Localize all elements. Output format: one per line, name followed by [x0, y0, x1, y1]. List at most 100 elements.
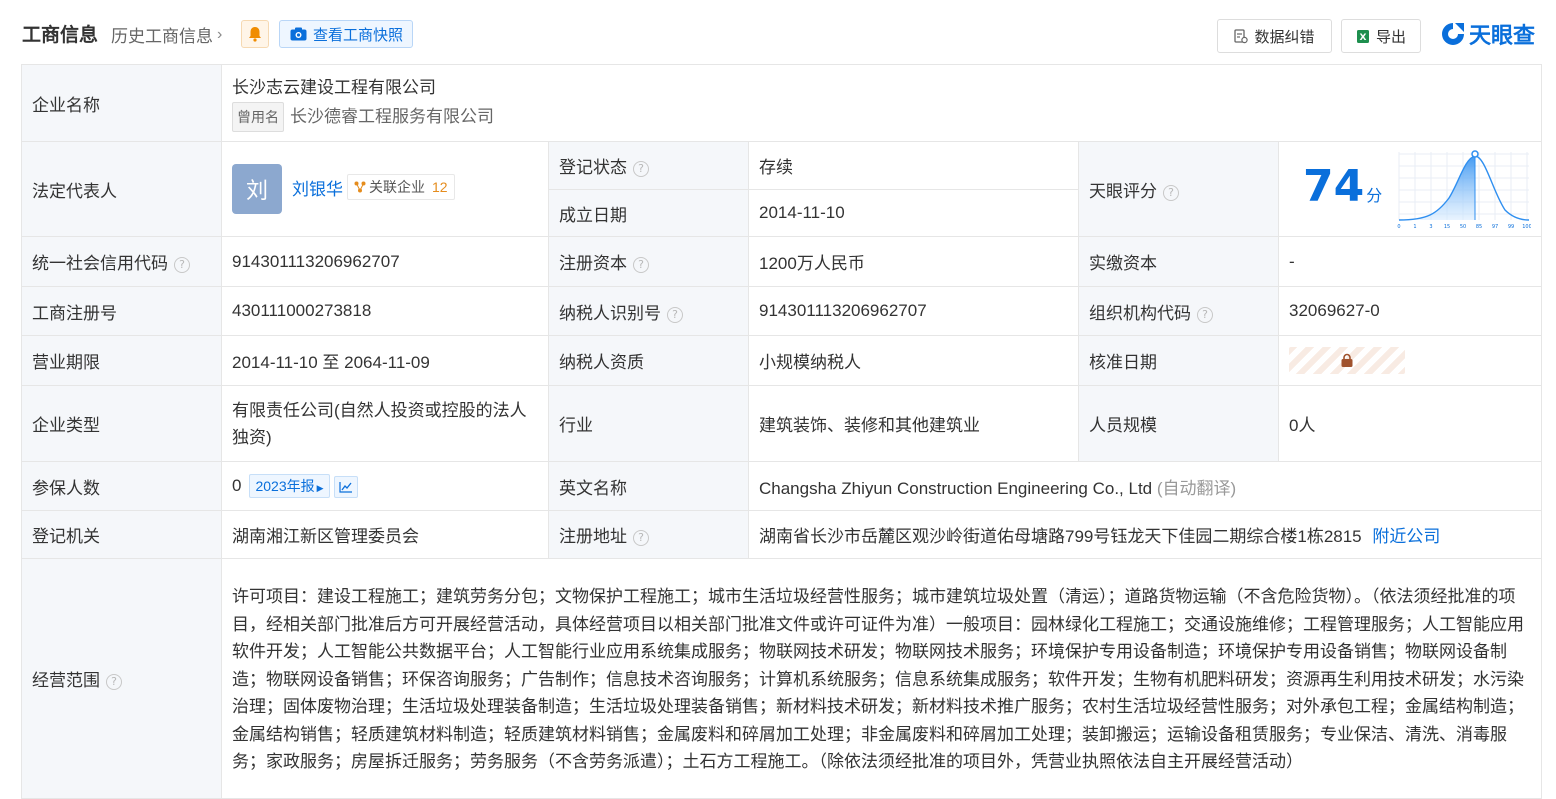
- org-code-label: 组织机构代码?: [1078, 286, 1279, 336]
- data-correct-label: 数据纠错: [1254, 28, 1315, 46]
- org-code-value: 32069627-0: [1277, 286, 1543, 336]
- business-info-table: 企业名称 长沙志云建设工程有限公司 曾用名 长沙德睿工程服务有限公司 法定代表人 …: [21, 64, 1543, 799]
- biz-reg-no-value: 430111000273818: [221, 286, 549, 336]
- company-type-label: 企业类型: [21, 385, 222, 462]
- table-row: 统一社会信用代码? 914301113206962707 注册资本? 1200万…: [21, 236, 1543, 287]
- axis-tick: 85: [1476, 224, 1482, 230]
- company-name-cell: 长沙志云建设工程有限公司 曾用名 长沙德睿工程服务有限公司: [220, 64, 1543, 142]
- address-label: 注册地址?: [548, 510, 749, 559]
- related-companies-tag[interactable]: 关联企业 12: [347, 174, 455, 200]
- table-row: 登记机关 湖南湘江新区管理委员会 注册地址? 湖南省长沙市岳麓区观沙岭街道佑母塘…: [21, 510, 1543, 559]
- biz-term-label: 营业期限: [21, 335, 222, 386]
- legal-rep-name[interactable]: 刘银华: [292, 175, 343, 200]
- address-value: 湖南省长沙市岳麓区观沙岭街道佑母塘路799号钰龙天下佳园二期综合楼1栋2815: [759, 527, 1362, 546]
- trend-chart-button[interactable]: [333, 475, 358, 498]
- related-companies-label: 关联企业: [369, 179, 425, 195]
- locked-value[interactable]: [1289, 347, 1405, 374]
- insured-label: 参保人数: [21, 461, 222, 511]
- authority-value: 湖南湘江新区管理委员会: [221, 510, 549, 559]
- reg-status-label: 登记状态?: [548, 141, 749, 190]
- edit-doc-icon: [1234, 28, 1249, 43]
- chevron-right-icon: ›: [217, 25, 223, 43]
- help-icon[interactable]: ?: [106, 674, 122, 690]
- logo-text: 天眼查: [1469, 23, 1536, 48]
- axis-tick: 100: [1522, 224, 1531, 230]
- approval-date-label: 核准日期: [1078, 335, 1279, 386]
- line-chart-icon: [338, 481, 352, 493]
- axis-tick: 50: [1460, 224, 1466, 230]
- table-row: 企业类型 有限责任公司(自然人投资或控股的法人独资) 行业 建筑装饰、装修和其他…: [21, 385, 1543, 462]
- paid-capital-value: -: [1277, 236, 1543, 287]
- snapshot-button-label: 查看工商快照: [313, 26, 404, 44]
- related-companies-count: 12: [432, 179, 448, 195]
- rating-unit: 分: [1366, 187, 1383, 205]
- taxpayer-id-label: 纳税人识别号?: [548, 286, 749, 336]
- english-name-cell: Changsha Zhiyun Construction Engineering…: [747, 461, 1543, 511]
- history-link[interactable]: 历史工商信息 ›: [111, 22, 222, 47]
- axis-tick: 0: [1397, 224, 1400, 230]
- english-name-value: Changsha Zhiyun Construction Engineering…: [759, 478, 1153, 498]
- former-name-tag: 曾用名: [232, 101, 284, 132]
- monitor-bell-button[interactable]: [241, 20, 269, 48]
- help-icon[interactable]: ?: [633, 257, 649, 273]
- camera-icon: [290, 27, 307, 41]
- nearby-companies-link[interactable]: 附近公司: [1372, 527, 1440, 546]
- tianyancha-logo[interactable]: 天眼查: [1440, 18, 1535, 50]
- table-row: 营业期限 2014-11-10 至 2064-11-09 纳税人资质 小规模纳税…: [21, 335, 1543, 386]
- taxpayer-id-value: 914301113206962707: [748, 286, 1079, 336]
- company-name-label: 企业名称: [21, 64, 222, 142]
- bell-icon: [249, 27, 261, 42]
- annual-report-tag[interactable]: 2023年报 ▶: [249, 474, 330, 498]
- scope-label: 经营范围?: [21, 558, 222, 799]
- help-icon[interactable]: ?: [633, 530, 649, 546]
- company-name: 长沙志云建设工程有限公司: [232, 77, 436, 97]
- founded-value: 2014-11-10: [748, 189, 1079, 237]
- org-code-label-text: 组织机构代码: [1089, 303, 1191, 323]
- lock-icon: [1341, 353, 1353, 367]
- annual-report-label: 2023年报: [255, 478, 315, 494]
- svg-text:X: X: [1360, 33, 1367, 43]
- table-row: 参保人数 0 2023年报 ▶ 英文名称 Changsha Zhiyun Const…: [21, 461, 1543, 511]
- address-cell: 湖南省长沙市岳麓区观沙岭街道佑母塘路799号钰龙天下佳园二期综合楼1栋2815 …: [747, 510, 1543, 559]
- history-link-label: 历史工商信息: [111, 27, 213, 46]
- axis-tick: 99: [1508, 224, 1514, 230]
- reg-status-value: 存续: [748, 141, 1079, 190]
- reg-status-label-text: 登记状态: [559, 158, 627, 177]
- address-label-text: 注册地址: [559, 527, 627, 546]
- reg-capital-value: 1200万人民币: [748, 236, 1079, 287]
- rating-distribution-chart[interactable]: 0 1 3 15 50 85 97 99 100: [1397, 148, 1531, 230]
- industry-label: 行业: [548, 385, 749, 462]
- founded-label: 成立日期: [548, 189, 749, 237]
- auto-translate-note: (自动翻译): [1156, 478, 1237, 498]
- credit-code-value: 914301113206962707: [221, 236, 549, 287]
- biz-term-value: 2014-11-10 至 2064-11-09: [221, 335, 549, 386]
- help-icon[interactable]: ?: [633, 161, 649, 177]
- scope-label-text: 经营范围: [32, 671, 100, 690]
- rating-label: 天眼评分?: [1078, 141, 1279, 237]
- taxpayer-type-label: 纳税人资质: [548, 335, 749, 386]
- biz-reg-no-label: 工商注册号: [21, 286, 222, 336]
- avatar[interactable]: 刘: [232, 164, 282, 214]
- data-correct-button[interactable]: 数据纠错: [1217, 19, 1332, 53]
- export-label: 导出: [1375, 28, 1406, 46]
- rating-label-text: 天眼评分: [1089, 181, 1157, 201]
- english-name-label: 英文名称: [548, 461, 749, 511]
- axis-tick: 3: [1429, 224, 1432, 230]
- help-icon[interactable]: ?: [667, 306, 683, 323]
- reg-capital-label: 注册资本?: [548, 236, 749, 287]
- approval-date-cell: [1277, 335, 1543, 386]
- help-icon[interactable]: ?: [1163, 184, 1179, 201]
- legal-rep-label: 法定代表人: [21, 141, 222, 237]
- help-icon[interactable]: ?: [1197, 306, 1213, 323]
- export-button[interactable]: X 导出: [1341, 19, 1421, 53]
- insured-cell: 0 2023年报 ▶: [221, 461, 549, 511]
- credit-code-label-text: 统一社会信用代码: [32, 254, 168, 273]
- excel-icon: X: [1356, 29, 1369, 43]
- snapshot-button[interactable]: 查看工商快照: [279, 20, 413, 48]
- taxpayer-type-value: 小规模纳税人: [748, 335, 1079, 386]
- reg-capital-label-text: 注册资本: [559, 254, 627, 273]
- paid-capital-label: 实缴资本: [1078, 236, 1279, 287]
- legal-rep-cell: 刘 刘银华 关联企业 12: [221, 141, 549, 237]
- rating-score: 74: [1303, 160, 1365, 212]
- help-icon[interactable]: ?: [174, 257, 190, 273]
